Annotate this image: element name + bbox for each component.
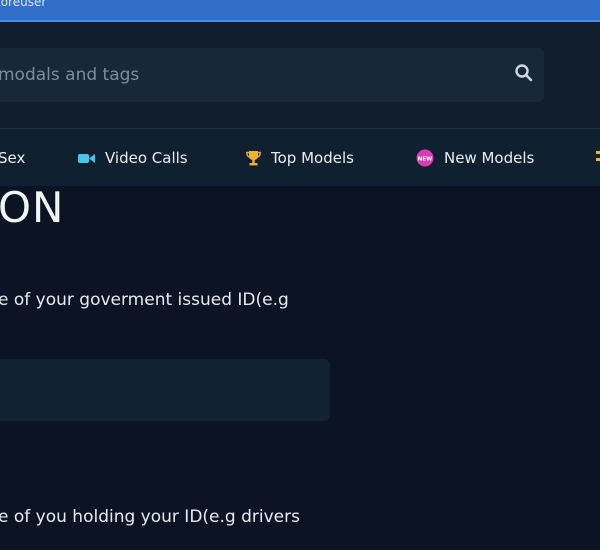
site-header: modals and tags (0, 22, 600, 130)
nav-item-label: Video Calls (105, 149, 188, 167)
government-id-label: e of your goverment issued ID(e.g (0, 290, 289, 310)
search-input[interactable]: modals and tags (0, 65, 139, 85)
nav-item-video-calls[interactable]: Video Calls (78, 149, 188, 167)
nav-item-new-models[interactable]: NEW New Models (416, 149, 534, 167)
window-title: toreuser (0, 0, 47, 9)
nav-item-label: New Models (444, 149, 535, 167)
search-bar[interactable]: modals and tags (0, 48, 544, 102)
nav-item-sex[interactable]: Sex (0, 149, 25, 167)
search-icon[interactable] (514, 63, 534, 83)
nav-item-top-models[interactable]: Top Models (246, 149, 354, 167)
partial-nav-icon (596, 151, 600, 161)
new-badge-text: NEW (418, 156, 432, 162)
new-badge-icon: NEW (416, 149, 434, 167)
nav-item-label: Top Models (271, 149, 354, 167)
window-titlebar: toreuser (0, 0, 600, 22)
holding-id-label: e of you holding your ID(e.g drivers (0, 507, 300, 527)
page-title: ON (0, 183, 65, 232)
header-divider (0, 128, 600, 129)
government-id-upload[interactable] (0, 359, 330, 421)
nav-item-label: Sex (0, 149, 26, 167)
category-nav: Sex Video Calls Top Models NEW New Model… (0, 130, 600, 186)
video-camera-icon (78, 153, 95, 163)
trophy-icon (246, 151, 261, 166)
